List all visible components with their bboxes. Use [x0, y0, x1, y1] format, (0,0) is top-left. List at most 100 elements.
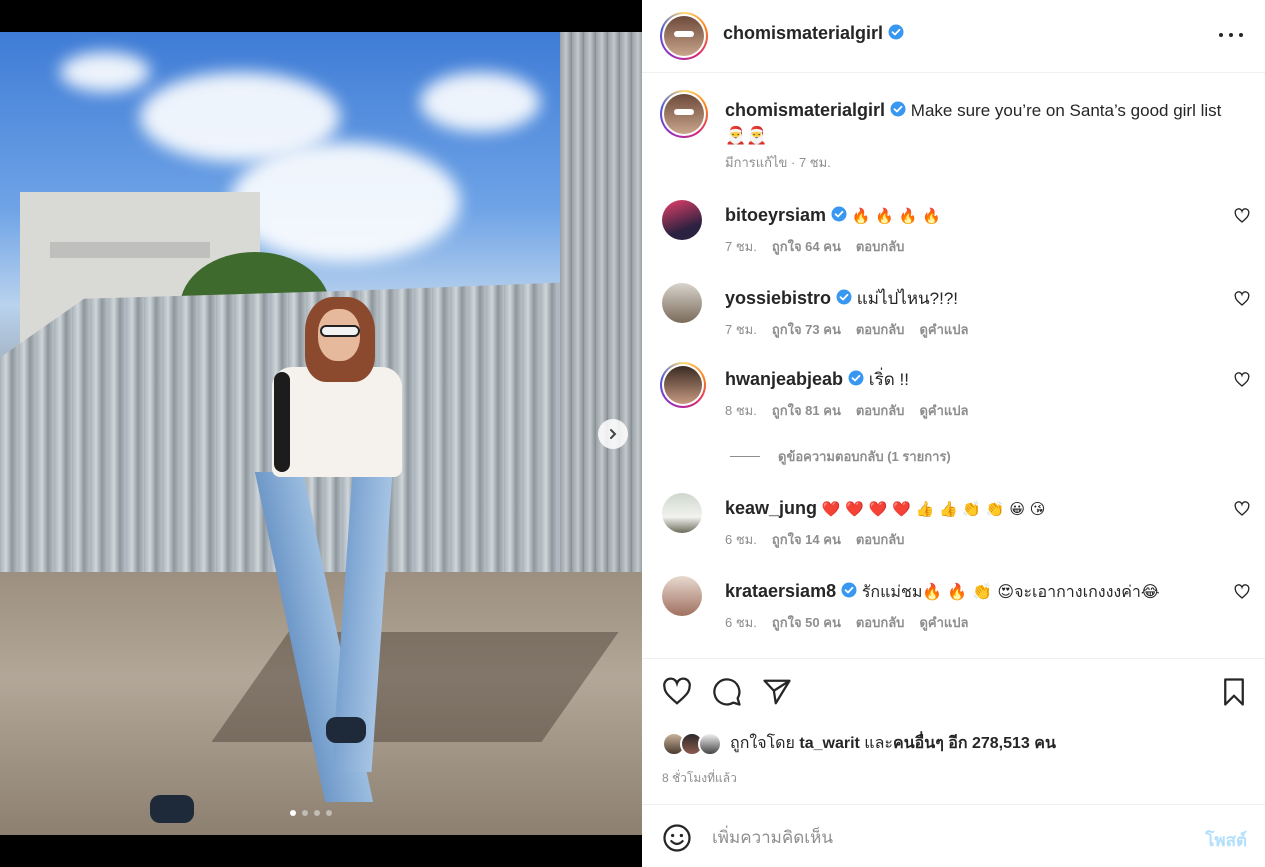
caption-avatar[interactable] — [660, 90, 708, 138]
author-name-row: chomismaterialgirl — [723, 23, 904, 45]
comment-time: 6 ชม. — [725, 532, 757, 547]
comment-body: เริ่ด !! — [868, 370, 909, 389]
commenter-avatar[interactable] — [662, 200, 702, 240]
commenter-username[interactable]: keaw_jung — [725, 498, 817, 518]
heart-icon[interactable] — [662, 677, 692, 707]
divider-line — [730, 456, 760, 457]
liker-avatar — [698, 731, 722, 756]
caption-text: chomismaterialgirl Make sure you’re on S… — [725, 98, 1235, 148]
more-options-icon[interactable] — [1219, 25, 1243, 45]
comment-meta: 7 ชม. ถูกใจ 64 คน ตอบกลับ — [725, 236, 904, 257]
carousel-dot — [302, 810, 308, 816]
comment-time: 8 ชม. — [725, 403, 757, 418]
commenter-username[interactable]: hwanjeabjeab — [725, 369, 843, 389]
commenter-avatar[interactable] — [660, 362, 706, 408]
commenter-username[interactable]: bitoeyrsiam — [725, 205, 826, 225]
verified-badge-icon — [831, 206, 847, 228]
carousel-dot — [290, 810, 296, 816]
comment-meta: 6 ชม. ถูกใจ 14 คน ตอบกลับ — [725, 529, 904, 550]
view-replies-label: ดูข้อความตอบกลับ (1 รายการ) — [778, 449, 951, 464]
likes-middle: และ — [859, 735, 893, 752]
post-header: chomismaterialgirl — [642, 0, 1265, 73]
commenter-avatar[interactable] — [662, 576, 702, 616]
verified-badge-icon — [890, 100, 906, 124]
reply-button[interactable]: ตอบกลับ — [856, 319, 905, 340]
carousel-dot — [314, 810, 320, 816]
heart-icon[interactable] — [1234, 291, 1250, 307]
comment-body: ❤️ ❤️ ❤️ ❤️ 👍 👍 👏 👏 😀 😘 — [821, 500, 1046, 518]
bookmark-icon[interactable] — [1219, 677, 1249, 707]
comment-time: 7 ชม. — [725, 322, 757, 337]
comment-likes-count[interactable]: ถูกใจ 73 คน — [772, 319, 841, 340]
chevron-right-icon — [610, 429, 617, 439]
comment-meta: 6 ชม. ถูกใจ 50 คน ตอบกลับ ดูคำแปล — [725, 612, 968, 633]
reply-button[interactable]: ตอบกลับ — [856, 400, 905, 421]
post-time-ago[interactable]: 8 ชั่วโมงที่แล้ว — [662, 769, 737, 788]
reply-button[interactable]: ตอบกลับ — [856, 612, 905, 633]
likes-others[interactable]: คนอื่นๆ อีก 278,513 คน — [893, 731, 1056, 756]
commenter-avatar[interactable] — [662, 493, 702, 533]
person-figure — [150, 297, 410, 835]
paper-plane-icon[interactable] — [762, 677, 792, 707]
comment-likes-count[interactable]: ถูกใจ 64 คน — [772, 236, 841, 257]
carousel-dot — [326, 810, 332, 816]
comment-meta: 7 ชม. ถูกใจ 73 คน ตอบกลับ ดูคำแปล — [725, 319, 968, 340]
heart-icon[interactable] — [1234, 208, 1250, 224]
comment-body: 🔥 🔥 🔥 🔥 — [851, 207, 941, 225]
comment-item: krataersiam8 รักแม่ชม🔥 🔥 👏 😍จะเอากางเกงง… — [662, 576, 1262, 646]
commenter-username[interactable]: krataersiam8 — [725, 581, 836, 601]
comment-bubble-icon[interactable] — [712, 677, 742, 707]
comment-item: bitoeyrsiam 🔥 🔥 🔥 🔥 7 ชม. ถูกใจ 64 คน ตอ… — [662, 200, 1262, 270]
comment-text-row: bitoeyrsiam 🔥 🔥 🔥 🔥 — [725, 204, 941, 228]
comment-likes-count[interactable]: ถูกใจ 81 คน — [772, 400, 841, 421]
caption-username[interactable]: chomismaterialgirl — [725, 100, 885, 120]
comment-likes-count[interactable]: ถูกใจ 50 คน — [772, 612, 841, 633]
comment-text-row: yossiebistro แม่ไปไหน?!?! — [725, 287, 958, 311]
post-actions: ถูกใจโดย ta_warit และ คนอื่นๆ อีก 278,51… — [642, 658, 1265, 804]
post-side-panel: chomismaterialgirl chomismaterialgirl Ma… — [642, 0, 1265, 867]
comment-text-row: hwanjeabjeab เริ่ด !! — [725, 368, 909, 392]
reply-button[interactable]: ตอบกลับ — [856, 236, 905, 257]
view-replies-button[interactable]: ดูข้อความตอบกลับ (1 รายการ) — [730, 446, 951, 467]
add-comment-bar: โพสต์ — [642, 804, 1265, 867]
comment-time: 7 ชม. — [725, 239, 757, 254]
comment-text-row: krataersiam8 รักแม่ชม🔥 🔥 👏 😍จะเอากางเกงง… — [725, 580, 1160, 604]
comment-body: แม่ไปไหน?!?! — [856, 289, 959, 308]
comment-item: hwanjeabjeab เริ่ด !! 8 ชม. ถูกใจ 81 คน … — [660, 362, 1262, 434]
see-translation-button[interactable]: ดูคำแปล — [919, 319, 968, 340]
commenter-avatar[interactable] — [662, 283, 702, 323]
caption-meta: มีการแก้ไข · 7 ชม. — [725, 155, 831, 170]
carousel-dots — [290, 810, 332, 816]
liker-avatars — [662, 731, 722, 756]
verified-badge-icon — [888, 24, 904, 45]
comments-list[interactable]: chomismaterialgirl Make sure you’re on S… — [642, 74, 1265, 658]
heart-icon[interactable] — [1234, 501, 1250, 517]
post-photo — [0, 32, 642, 835]
heart-icon[interactable] — [1234, 372, 1250, 388]
author-avatar[interactable] — [660, 12, 708, 60]
comment-item: yossiebistro แม่ไปไหน?!?! 7 ชม. ถูกใจ 73… — [662, 283, 1262, 353]
reply-button[interactable]: ตอบกลับ — [856, 529, 905, 550]
see-translation-button[interactable]: ดูคำแปล — [919, 400, 968, 421]
author-username[interactable]: chomismaterialgirl — [723, 23, 883, 43]
likes-prefix: ถูกใจโดย — [730, 735, 800, 752]
heart-icon[interactable] — [1234, 584, 1250, 600]
comment-body: รักแม่ชม🔥 🔥 👏 😍จะเอากางเกงงงค่า😂 — [861, 582, 1160, 601]
see-translation-button[interactable]: ดูคำแปล — [919, 612, 968, 633]
verified-badge-icon — [841, 582, 857, 604]
carousel-next-button[interactable] — [598, 419, 628, 449]
comment-input[interactable] — [712, 823, 1182, 853]
comment-item: keaw_jung ❤️ ❤️ ❤️ ❤️ 👍 👍 👏 👏 😀 😘 6 ชม. … — [662, 493, 1262, 563]
comment-likes-count[interactable]: ถูกใจ 14 คน — [772, 529, 841, 550]
post-media — [0, 0, 642, 867]
commenter-username[interactable]: yossiebistro — [725, 288, 831, 308]
verified-badge-icon — [848, 370, 864, 392]
likes-user[interactable]: ta_warit — [799, 735, 859, 753]
smiley-icon[interactable] — [662, 823, 692, 853]
comment-meta: 8 ชม. ถูกใจ 81 คน ตอบกลับ ดูคำแปล — [725, 400, 968, 421]
post-comment-button[interactable]: โพสต์ — [1205, 827, 1247, 854]
comment-text-row: keaw_jung ❤️ ❤️ ❤️ ❤️ 👍 👍 👏 👏 😀 😘 — [725, 497, 1045, 520]
verified-badge-icon — [836, 289, 852, 311]
likes-summary[interactable]: ถูกใจโดย ta_warit และ คนอื่นๆ อีก 278,51… — [662, 731, 1056, 756]
comment-time: 6 ชม. — [725, 615, 757, 630]
